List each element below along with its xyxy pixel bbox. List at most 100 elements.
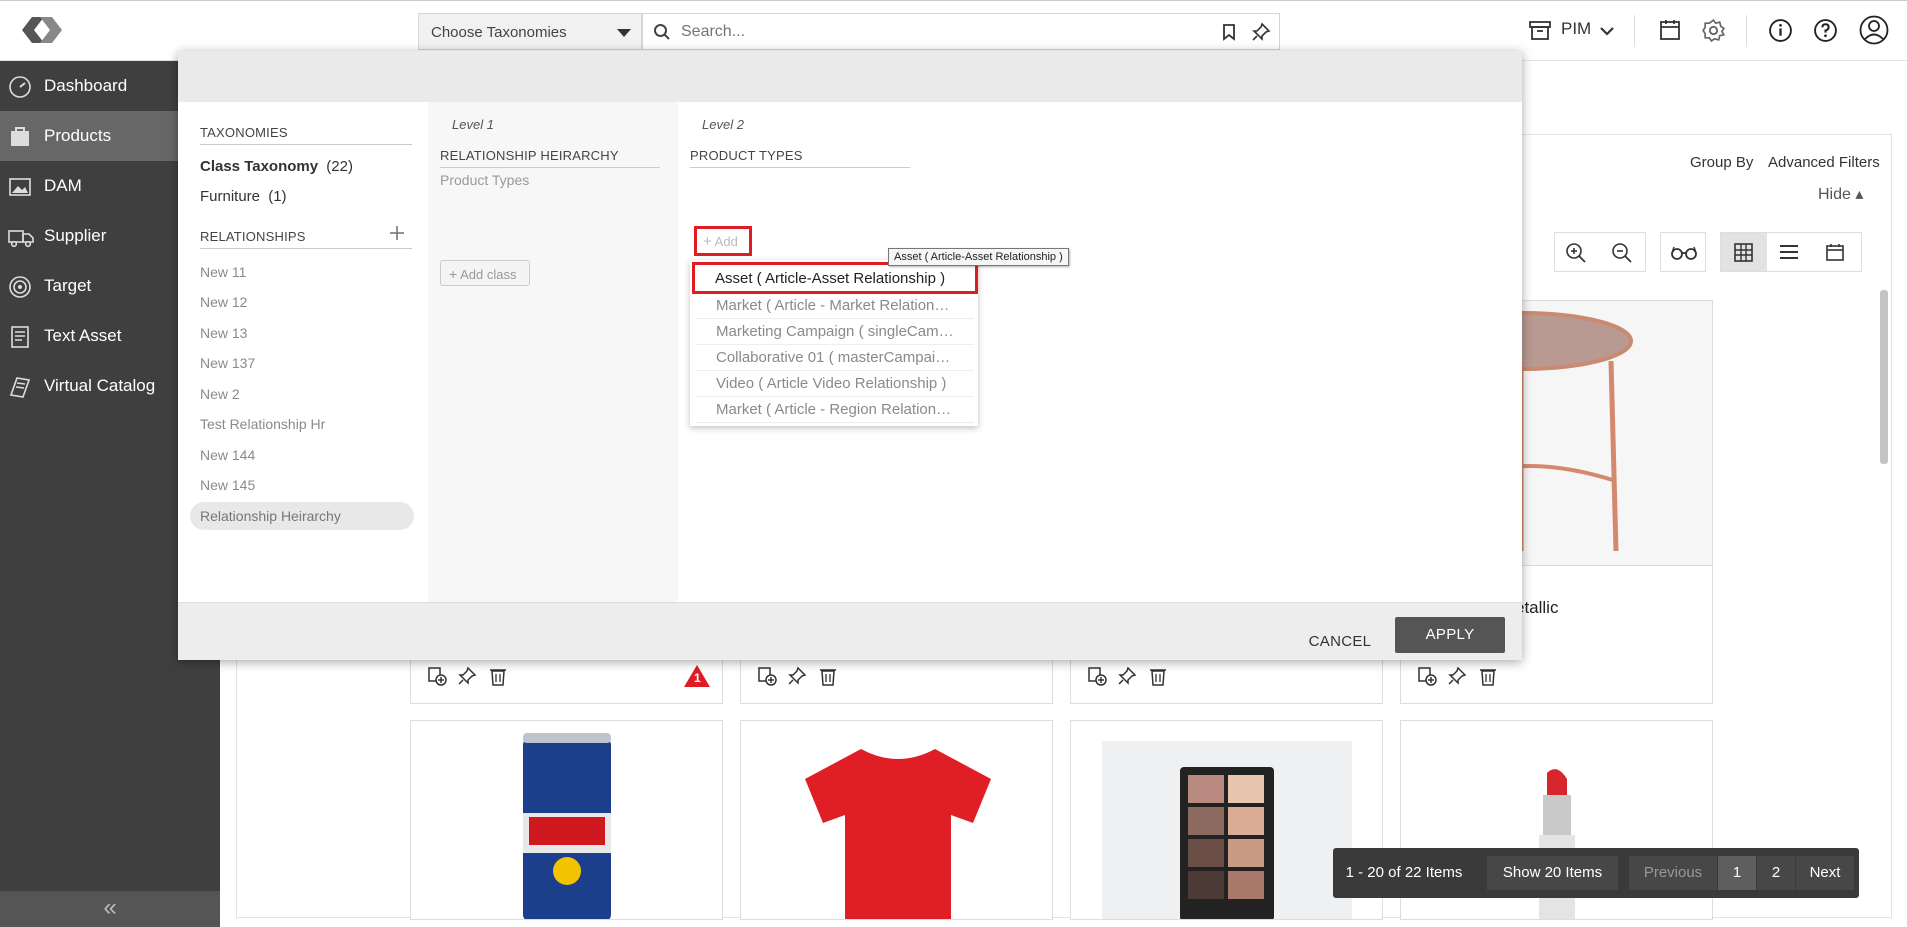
- copy-add-icon[interactable]: [1417, 666, 1437, 691]
- add-relationship-icon[interactable]: [388, 224, 406, 247]
- next-button[interactable]: Next: [1796, 856, 1854, 890]
- cancel-button[interactable]: CANCEL: [1290, 624, 1390, 660]
- relationship-item[interactable]: New 144: [200, 447, 255, 463]
- preview-button[interactable]: [1660, 232, 1706, 272]
- zoom-out-icon[interactable]: [1611, 242, 1633, 269]
- trash-icon[interactable]: [489, 666, 507, 691]
- dashboard-icon: [8, 75, 32, 104]
- item-range: 1 - 20 of 22 Items: [1345, 864, 1463, 881]
- help-icon[interactable]: [1813, 18, 1838, 48]
- sidebar-item-label: Products: [44, 126, 112, 145]
- level2-heading: PRODUCT TYPES: [690, 148, 910, 168]
- taxonomy-modal: TAXONOMIES Class Taxonomy (22) Furniture…: [178, 51, 1522, 660]
- relationship-item[interactable]: New 11: [200, 264, 246, 280]
- level1-label: Level 1: [452, 117, 494, 132]
- group-by-link[interactable]: Group By: [1690, 154, 1753, 171]
- relationship-item[interactable]: New 13: [200, 325, 247, 341]
- truck-icon: [8, 225, 34, 254]
- dropdown-option[interactable]: Marketing Campaign ( singleCampaign ): [696, 319, 974, 345]
- warning-icon[interactable]: 1: [683, 664, 711, 688]
- gear-icon[interactable]: [1701, 18, 1726, 48]
- chevron-down-icon: [617, 29, 631, 37]
- trash-icon[interactable]: [1149, 666, 1167, 691]
- calendar-view-icon[interactable]: [1826, 243, 1844, 266]
- product-image: [521, 733, 613, 919]
- search-input[interactable]: [681, 23, 1201, 41]
- dropdown-option[interactable]: Asset ( Article-Asset Relationship ): [692, 262, 978, 294]
- sidebar-item-label: Dashboard: [44, 76, 128, 95]
- product-card[interactable]: [410, 720, 723, 920]
- dropdown-option[interactable]: Market ( Article - Market Relationship ): [696, 293, 974, 319]
- previous-button[interactable]: Previous: [1629, 856, 1717, 890]
- level1-item[interactable]: Product Types: [440, 172, 529, 188]
- pin-icon[interactable]: [1117, 666, 1137, 691]
- level1-heading: RELATIONSHIP HEIRARCHY: [440, 148, 660, 168]
- copy-add-icon[interactable]: [1087, 666, 1107, 691]
- taxonomy-item-furniture[interactable]: Furniture (1): [200, 188, 287, 205]
- pagination-bar: 1 - 20 of 22 Items Show 20 Items Previou…: [1333, 848, 1859, 898]
- trash-icon[interactable]: [819, 666, 837, 691]
- chevron-down-icon[interactable]: [1600, 23, 1614, 41]
- pin-icon[interactable]: [1447, 666, 1467, 691]
- pin-icon[interactable]: [787, 666, 807, 691]
- product-image: [1102, 741, 1352, 919]
- product-type-dropdown: Asset ( Article-Asset Relationship ) Mar…: [690, 260, 978, 426]
- info-icon[interactable]: [1768, 18, 1793, 48]
- glasses-icon: [1670, 244, 1698, 267]
- relationship-item[interactable]: Test Relationship Hr: [200, 416, 325, 432]
- add-button[interactable]: + Add: [694, 226, 752, 256]
- hide-toggle[interactable]: Hide ▴: [1818, 184, 1863, 204]
- warning-count: 1: [694, 671, 701, 685]
- product-card[interactable]: [740, 720, 1053, 920]
- taxonomy-label: Class Taxonomy: [200, 158, 319, 175]
- scrollbar[interactable]: [1880, 290, 1888, 464]
- grid-view-button[interactable]: [1721, 233, 1767, 271]
- taxonomy-select[interactable]: Choose Taxonomies: [418, 13, 642, 50]
- sidebar-item-label: Target: [44, 276, 92, 295]
- zoom-in-icon[interactable]: [1565, 242, 1587, 269]
- search-bar: [642, 13, 1280, 50]
- divider: [1634, 15, 1635, 47]
- sidebar-item-label: Text Asset: [44, 326, 122, 345]
- pin-icon[interactable]: [1251, 22, 1271, 47]
- trash-icon[interactable]: [1479, 666, 1497, 691]
- dropdown-option[interactable]: Market ( Article - Region Relationship ): [696, 397, 974, 423]
- app-logo[interactable]: [18, 13, 68, 49]
- catalog-icon: [8, 375, 32, 404]
- calendar-box-icon[interactable]: [1658, 18, 1682, 47]
- taxonomy-count: (22): [326, 158, 353, 175]
- add-class-button[interactable]: + Add class: [440, 260, 530, 286]
- dropdown-option[interactable]: Video ( Article Video Relationship ): [696, 371, 974, 397]
- user-avatar-icon[interactable]: [1859, 15, 1889, 50]
- sidebar-item-label: DAM: [44, 176, 82, 195]
- advanced-filters-link[interactable]: Advanced Filters: [1768, 154, 1880, 171]
- archive-icon[interactable]: [1528, 18, 1552, 47]
- pin-icon[interactable]: [457, 666, 477, 691]
- level1-column: Level 1 RELATIONSHIP HEIRARCHY Product T…: [428, 102, 678, 602]
- level2-column: Level 2 PRODUCT TYPES + Add Asset ( Arti…: [678, 102, 1522, 602]
- module-switcher[interactable]: PIM: [1561, 19, 1591, 39]
- relationship-item[interactable]: New 12: [200, 294, 247, 310]
- bookmark-icon[interactable]: [1221, 23, 1237, 46]
- relationship-item[interactable]: New 137: [200, 355, 255, 371]
- target-icon: [8, 275, 32, 304]
- view-switcher: [1720, 232, 1862, 272]
- copy-add-icon[interactable]: [757, 666, 777, 691]
- taxonomies-heading: TAXONOMIES: [200, 125, 412, 145]
- list-view-icon[interactable]: [1779, 243, 1799, 266]
- relationship-item[interactable]: New 2: [200, 386, 240, 402]
- page-1-button[interactable]: 1: [1718, 856, 1756, 890]
- relationship-item-selected[interactable]: Relationship Heirarchy: [190, 502, 414, 530]
- page-2-button[interactable]: 2: [1757, 856, 1795, 890]
- relationship-item[interactable]: New 145: [200, 477, 255, 493]
- product-image: [801, 745, 995, 919]
- copy-add-icon[interactable]: [427, 666, 447, 691]
- taxonomy-item-class[interactable]: Class Taxonomy (22): [200, 158, 353, 175]
- apply-button[interactable]: APPLY: [1395, 617, 1505, 653]
- sidebar-item-label: Supplier: [44, 226, 107, 245]
- page-size-select[interactable]: Show 20 Items: [1487, 856, 1618, 890]
- add-label: Add: [714, 234, 738, 249]
- dropdown-option[interactable]: Collaborative 01 ( masterCampaign ): [696, 345, 974, 371]
- collapse-sidebar-button[interactable]: «: [0, 891, 220, 927]
- search-icon: [653, 23, 671, 46]
